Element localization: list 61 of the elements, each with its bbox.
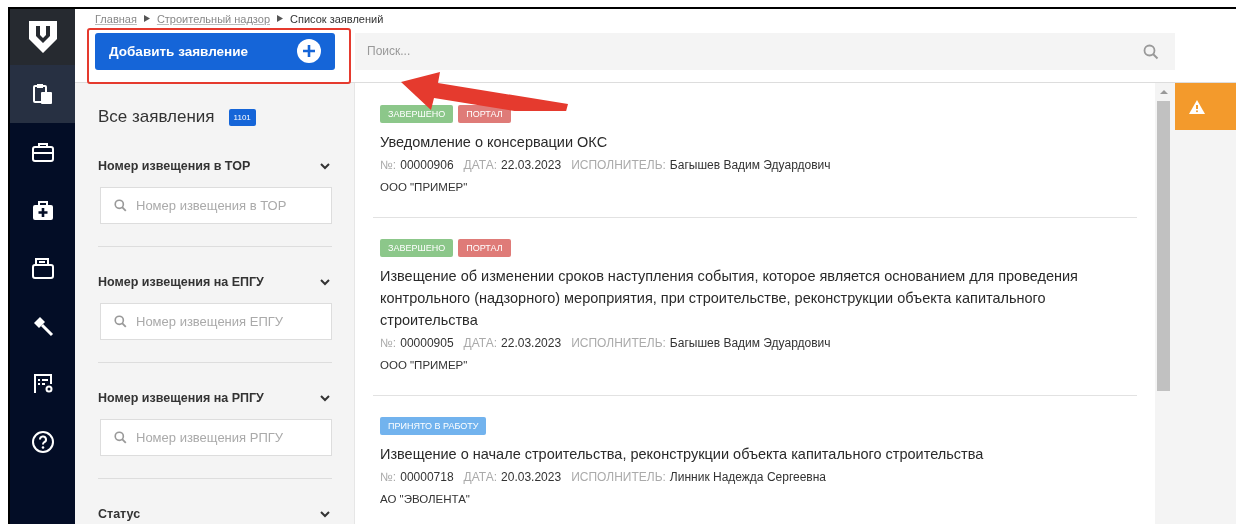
application-title[interactable]: Извещение о начале строительства, реконструкции объекта капитального строительства [380, 443, 1137, 465]
medical-kit-icon [30, 198, 55, 222]
meta-value: 00000906 [400, 158, 454, 172]
filter-header[interactable]: Номер извещения на РПГУ [98, 391, 332, 405]
breadcrumb-link[interactable]: Строительный надзор [156, 12, 270, 25]
filter-header[interactable]: Номер извещения на ЕПГУ [98, 275, 332, 289]
scroll-up-icon[interactable] [1159, 89, 1168, 95]
meta-label: ДАТА: [463, 158, 498, 172]
help-icon [30, 430, 55, 454]
breadcrumb-current: Список заявлений [290, 12, 384, 25]
meta-label: №: [380, 470, 397, 484]
add-application-button[interactable]: Добавить заявление [95, 32, 335, 70]
status-tag: ПРИНЯТО В РАБОТУ [380, 417, 487, 435]
meta-value: 22.03.2023 [501, 158, 562, 172]
panel-title: Все заявления [98, 107, 215, 127]
clipboards-icon [30, 82, 55, 106]
organization-name: АО "ЭВОЛЕНТА" [380, 493, 471, 505]
shield-logo-icon [27, 20, 58, 54]
chevron-down-icon [320, 510, 330, 518]
meta-label: ИСПОЛНИТЕЛЬ: [571, 158, 666, 172]
meta-value: Линник Надежда Сергеевна [669, 470, 827, 484]
folder-icon [30, 256, 55, 280]
scrollbar-thumb[interactable] [1157, 101, 1170, 391]
meta-value: 20.03.2023 [501, 470, 562, 484]
sidebar-item[interactable] [10, 65, 75, 123]
search-icon [1143, 43, 1159, 60]
chevron-down-icon [320, 394, 330, 402]
meta-value: Багышев Вадим Эдуардович [669, 336, 831, 350]
filter-header[interactable]: Номер извещения в ТОР [98, 159, 332, 173]
separator-icon [277, 15, 283, 22]
warning-icon [1189, 99, 1205, 114]
meta-value: Багышев Вадим Эдуардович [669, 158, 831, 172]
status-tag: ЗАВЕРШЕНО [380, 105, 454, 123]
chevron-down-icon [320, 162, 330, 170]
status-tag: ЗАВЕРШЕНО [380, 239, 454, 257]
meta-label: ДАТА: [463, 336, 498, 350]
chevron-down-icon [320, 278, 330, 286]
plus-circle-icon [297, 39, 321, 63]
application-title[interactable]: Уведомление о консервации ОКС [380, 131, 1137, 153]
filter-header[interactable]: Статус [98, 507, 332, 521]
meta-label: ДАТА: [463, 470, 498, 484]
briefcase-icon [30, 140, 55, 164]
meta-label: №: [380, 336, 397, 350]
meta-label: ИСПОЛНИТЕЛЬ: [571, 470, 666, 484]
status-tag: ПОРТАЛ [458, 239, 511, 257]
filter-field[interactable]: Номер извещения ЕПГУ [100, 303, 332, 340]
filter-field[interactable]: Номер извещения РПГУ [100, 419, 332, 456]
meta-value: 00000718 [400, 470, 454, 484]
meta-label: №: [380, 158, 397, 172]
organization-name: ООО "ПРИМЕР" [380, 181, 469, 193]
separator-icon [143, 15, 150, 22]
organization-name: ООО "ПРИМЕР" [380, 359, 469, 371]
search-field[interactable]: Поиск... [355, 32, 1175, 70]
application-title[interactable]: Извещение об изменении сроков наступления события, которое является основанием для проведения контрольного (надзорного) мероприятия, при строительстве, реконструкции объекта капитального строительства [380, 265, 1137, 331]
filter-field[interactable]: Номер извещения в ТОР [100, 187, 332, 224]
meta-value: 22.03.2023 [501, 336, 562, 350]
count-badge: 1101 [228, 108, 256, 126]
breadcrumb-link[interactable]: Главная [95, 12, 137, 25]
meta-value: 00000905 [400, 336, 454, 350]
scrollbar[interactable] [1155, 83, 1172, 524]
meta-label: ИСПОЛНИТЕЛЬ: [571, 336, 666, 350]
